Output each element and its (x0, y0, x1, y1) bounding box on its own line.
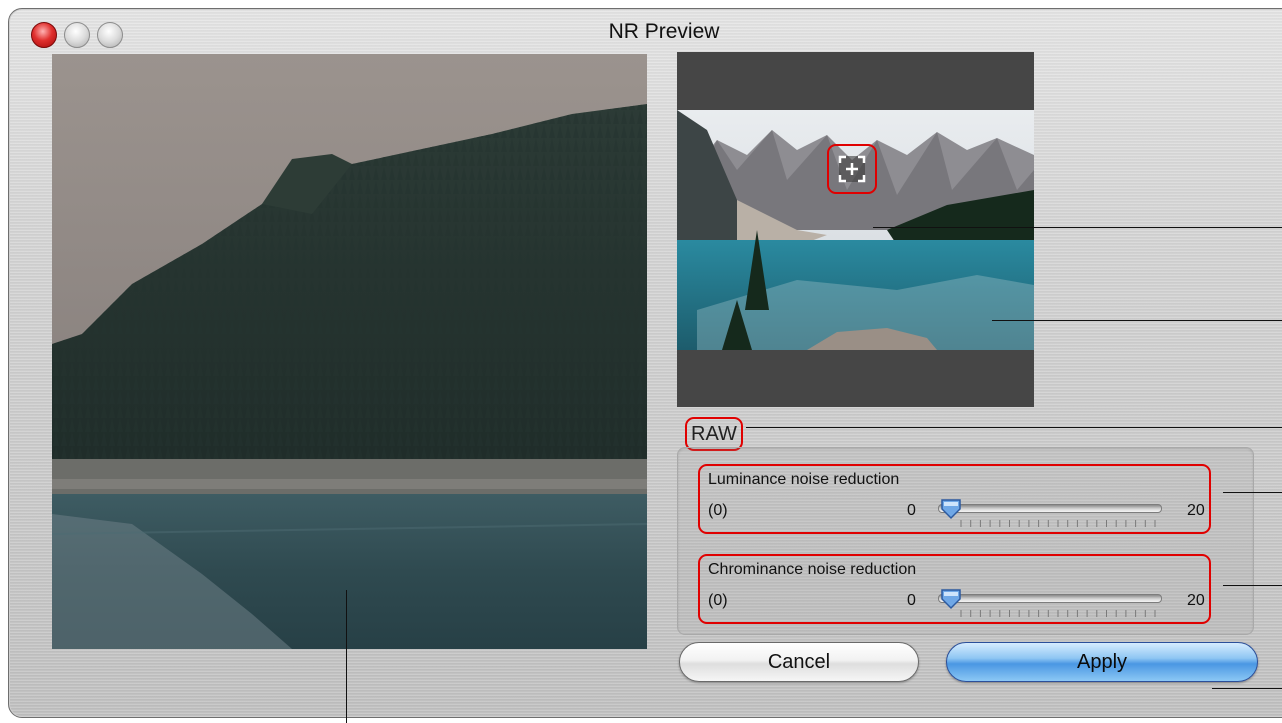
preview-area-marker[interactable] (827, 144, 877, 194)
luminance-slider-track[interactable] (938, 504, 1162, 513)
callout-line-zoom-view (346, 590, 347, 723)
callout-line-chrominance (1223, 585, 1282, 586)
callout-line-marker (873, 227, 1282, 228)
window-title: NR Preview (608, 20, 720, 43)
luminance-max-label: 20 (1187, 502, 1205, 519)
zoomed-preview-image[interactable] (52, 54, 647, 649)
apply-button[interactable]: Apply (946, 642, 1258, 682)
move-cursor-icon (838, 155, 866, 183)
callout-line-navigator (992, 320, 1282, 321)
callout-line-luminance (1223, 492, 1282, 493)
callout-line-apply (1212, 688, 1282, 689)
noise-reduction-group: Luminance noise reduction (0) 0 20 Chrom… (677, 447, 1254, 635)
chrominance-min-label: 0 (907, 592, 916, 609)
luminance-min-label: 0 (907, 502, 916, 519)
chrominance-slider-track[interactable] (938, 594, 1162, 603)
title-bar[interactable]: NR Preview (9, 9, 1282, 51)
chrominance-title: Chrominance noise reduction (708, 561, 917, 578)
chrominance-slider-thumb[interactable] (940, 588, 962, 610)
luminance-current-value: (0) (708, 502, 728, 519)
luminance-tick-marks (960, 520, 1156, 527)
nr-preview-window: NR Preview RAW Luminance noise reduction… (8, 8, 1282, 718)
cancel-button[interactable]: Cancel (679, 642, 919, 682)
luminance-slider-block: Luminance noise reduction (0) 0 20 (698, 464, 1211, 534)
luminance-title: Luminance noise reduction (708, 471, 900, 488)
chrominance-max-label: 20 (1187, 592, 1205, 609)
chrominance-current-value: (0) (708, 592, 728, 609)
raw-format-label: RAW (685, 417, 743, 451)
navigator-panel[interactable] (677, 52, 1034, 407)
zoomed-landscape-photo (52, 54, 647, 649)
luminance-slider-thumb[interactable] (940, 498, 962, 520)
callout-line-raw (746, 427, 1282, 428)
chrominance-slider-block: Chrominance noise reduction (0) 0 20 (698, 554, 1211, 624)
chrominance-tick-marks (960, 610, 1156, 617)
